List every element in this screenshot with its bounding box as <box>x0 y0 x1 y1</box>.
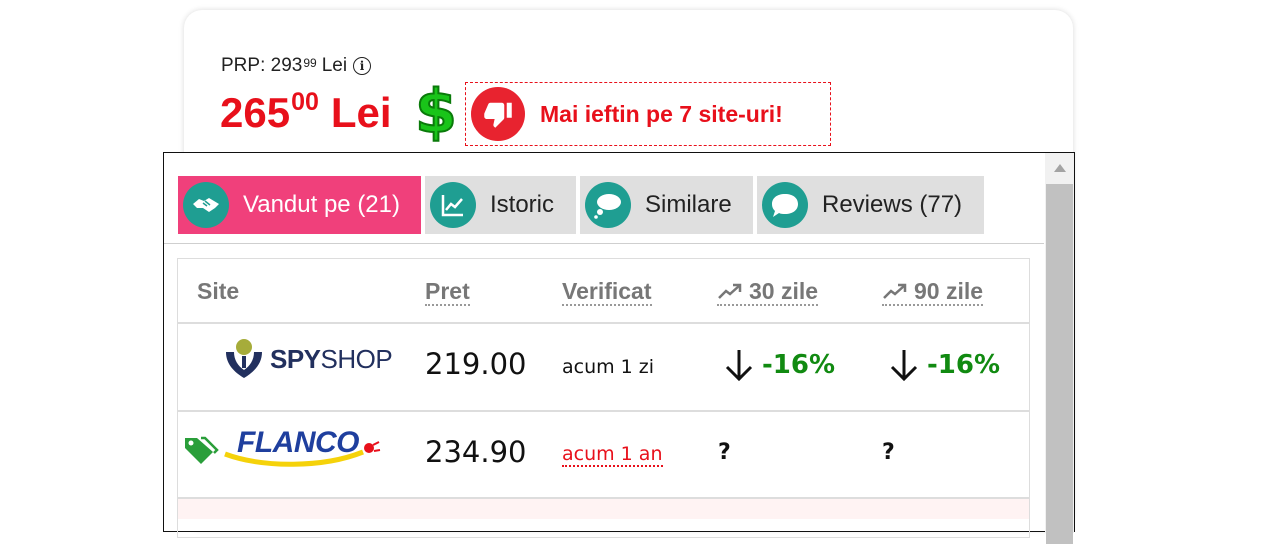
chart-icon <box>430 182 476 228</box>
col-header-30-zile[interactable]: 30 zile <box>717 278 819 306</box>
trend-90-value: -16% <box>927 350 1001 380</box>
tab-similare[interactable]: Similare <box>580 176 753 234</box>
scroll-thumb[interactable] <box>1046 184 1073 544</box>
price-cell: 219.00 <box>425 347 527 381</box>
tab-istoric[interactable]: Istoric <box>425 176 576 234</box>
spyshop-emblem-icon <box>226 339 262 378</box>
prp-price: PRP: 293 99 Lei i <box>221 55 372 77</box>
tab-reviews[interactable]: Reviews (77) <box>757 176 984 234</box>
info-icon[interactable]: i <box>353 57 372 75</box>
tab-vandut-pe[interactable]: Vandut pe (21) <box>178 176 421 234</box>
handshake-icon <box>183 182 229 228</box>
col-header-pret[interactable]: Pret <box>425 278 470 306</box>
tag-icon <box>183 434 219 470</box>
trend-30-value: -16% <box>762 350 836 380</box>
col-header-90-zile-label: 90 zile <box>914 278 984 304</box>
tabs-divider <box>164 243 1044 244</box>
price-int: 265 <box>220 89 291 136</box>
table-row-partial <box>178 499 1029 519</box>
scroll-up-arrow-icon[interactable] <box>1045 153 1074 183</box>
arrow-down-icon <box>725 350 753 382</box>
col-header-30-zile-label: 30 zile <box>749 278 819 304</box>
trend-90-unknown: ? <box>882 440 895 465</box>
trend-up-icon <box>718 283 742 299</box>
tab-label: Similare <box>645 191 732 218</box>
arrow-down-icon <box>890 350 918 382</box>
spyshop-logo-text: SPYSHOP <box>270 343 393 374</box>
trend-up-icon <box>883 283 907 299</box>
thought-bubble-icon <box>585 182 631 228</box>
trend-30-cell: -16% <box>722 347 835 383</box>
tab-label: Reviews (77) <box>822 191 963 218</box>
verified-cell[interactable]: acum 1 an <box>562 443 663 467</box>
trend-30-unknown: ? <box>718 440 731 465</box>
cheaper-alert[interactable]: Mai ieftin pe 7 site-uri! <box>465 82 831 146</box>
prp-currency: Lei <box>321 55 348 76</box>
flanco-logo[interactable]: FLANCO <box>223 426 383 472</box>
current-price: 265 00 Lei <box>220 87 392 139</box>
prp-int: 293 <box>270 55 303 76</box>
price-currency: Lei <box>330 89 392 136</box>
col-header-verificat[interactable]: Verificat <box>562 278 652 306</box>
dollar-icon: $ <box>413 76 459 148</box>
flanco-plug-icon <box>224 441 381 467</box>
spyshop-logo[interactable]: SPYSHOP <box>222 338 393 380</box>
price-cell: 234.90 <box>425 435 527 469</box>
verified-cell: acum 1 zi <box>562 356 655 378</box>
tab-label: Istoric <box>490 191 555 218</box>
prp-label: PRP: <box>221 55 266 76</box>
tab-label: Vandut pe (21) <box>243 191 400 218</box>
scrollbar[interactable] <box>1045 153 1074 544</box>
price-dec: 00 <box>291 88 319 116</box>
trend-90-cell: -16% <box>887 347 1000 383</box>
row-divider <box>178 410 1029 412</box>
prp-dec: 99 <box>303 56 317 70</box>
col-header-90-zile[interactable]: 90 zile <box>882 278 984 306</box>
alert-text: Mai ieftin pe 7 site-uri! <box>540 100 783 127</box>
thumbs-down-icon <box>471 87 525 141</box>
col-header-site: Site <box>197 278 240 304</box>
speech-bubble-icon <box>762 182 808 228</box>
svg-text:$: $ <box>415 80 457 142</box>
row-divider <box>178 322 1029 324</box>
